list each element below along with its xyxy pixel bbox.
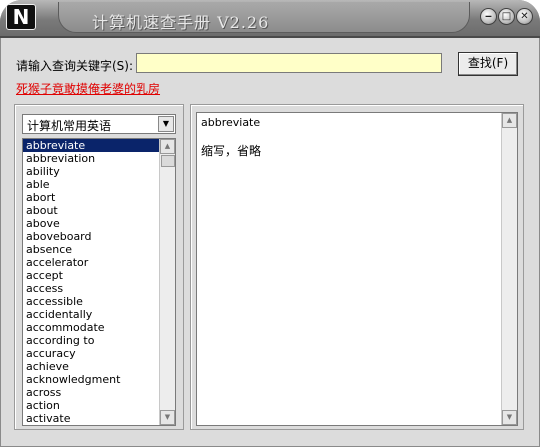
list-item[interactable]: action (23, 399, 175, 412)
close-button[interactable]: ✕ (516, 8, 533, 25)
keyword-input[interactable] (136, 53, 442, 73)
definition-view[interactable]: abbreviate 缩写，省略 ▲ ▼ (196, 112, 518, 426)
list-item[interactable]: access (23, 282, 175, 295)
category-select[interactable]: 计算机常用英语 ▼ (22, 114, 176, 134)
minimize-button[interactable]: ‒ (480, 8, 497, 25)
window-title: 计算机速查手册 V2.26 (92, 13, 270, 32)
list-item[interactable]: accuracy (23, 347, 175, 360)
find-button[interactable]: 查找(F) (458, 52, 518, 76)
list-item[interactable]: ability (23, 165, 175, 178)
minimize-icon: ‒ (485, 11, 492, 22)
definition-scroll-up-icon[interactable]: ▲ (502, 113, 517, 128)
list-item[interactable]: accept (23, 269, 175, 282)
list-item[interactable]: able (23, 178, 175, 191)
list-item[interactable]: accessible (23, 295, 175, 308)
title-bar[interactable]: N 计算机速查手册 V2.26 ‒ □ ✕ (0, 0, 540, 38)
scroll-down-icon[interactable]: ▼ (160, 410, 175, 425)
list-item[interactable]: accelerator (23, 256, 175, 269)
definition-scroll-down-icon[interactable]: ▼ (502, 410, 517, 425)
list-item[interactable]: absence (23, 243, 175, 256)
scroll-up-icon[interactable]: ▲ (160, 139, 175, 154)
list-item[interactable]: abort (23, 191, 175, 204)
list-item[interactable]: aboveboard (23, 230, 175, 243)
list-item[interactable]: abbreviate (23, 139, 175, 152)
word-list[interactable]: abbreviate abbreviation ability able abort ab… (22, 138, 176, 426)
list-item[interactable]: above (23, 217, 175, 230)
list-item[interactable]: across (23, 386, 175, 399)
definition-word: abbreviate (201, 116, 261, 129)
list-item[interactable]: activate (23, 412, 175, 425)
scroll-thumb[interactable] (161, 155, 175, 167)
list-item[interactable]: accidentally (23, 308, 175, 321)
dropdown-arrow-icon[interactable]: ▼ (158, 116, 174, 132)
maximize-button[interactable]: □ (498, 8, 515, 25)
word-list-scrollbar[interactable]: ▲ ▼ (159, 139, 175, 425)
list-item[interactable]: accommodate (23, 321, 175, 334)
word-list-items: abbreviate abbreviation ability able abort ab… (23, 139, 175, 425)
list-item[interactable]: about (23, 204, 175, 217)
definition-text: 缩写，省略 (201, 144, 262, 158)
maximize-icon: □ (501, 11, 512, 22)
app-logo-icon: N (6, 4, 36, 30)
category-value: 计算机常用英语 (27, 119, 112, 133)
promo-link[interactable]: 死猴子竟敢摸俺老婆的乳房 (16, 80, 160, 97)
app-window: N 计算机速查手册 V2.26 ‒ □ ✕ 请输入查询关键字(S): 查找(F)… (0, 0, 540, 447)
definition-scrollbar[interactable]: ▲ ▼ (501, 113, 517, 425)
list-item[interactable]: acknowledgment (23, 373, 175, 386)
list-item[interactable]: achieve (23, 360, 175, 373)
list-item[interactable]: abbreviation (23, 152, 175, 165)
close-icon: ✕ (520, 11, 529, 22)
list-item[interactable]: according to (23, 334, 175, 347)
keyword-label: 请输入查询关键字(S): (16, 59, 134, 73)
